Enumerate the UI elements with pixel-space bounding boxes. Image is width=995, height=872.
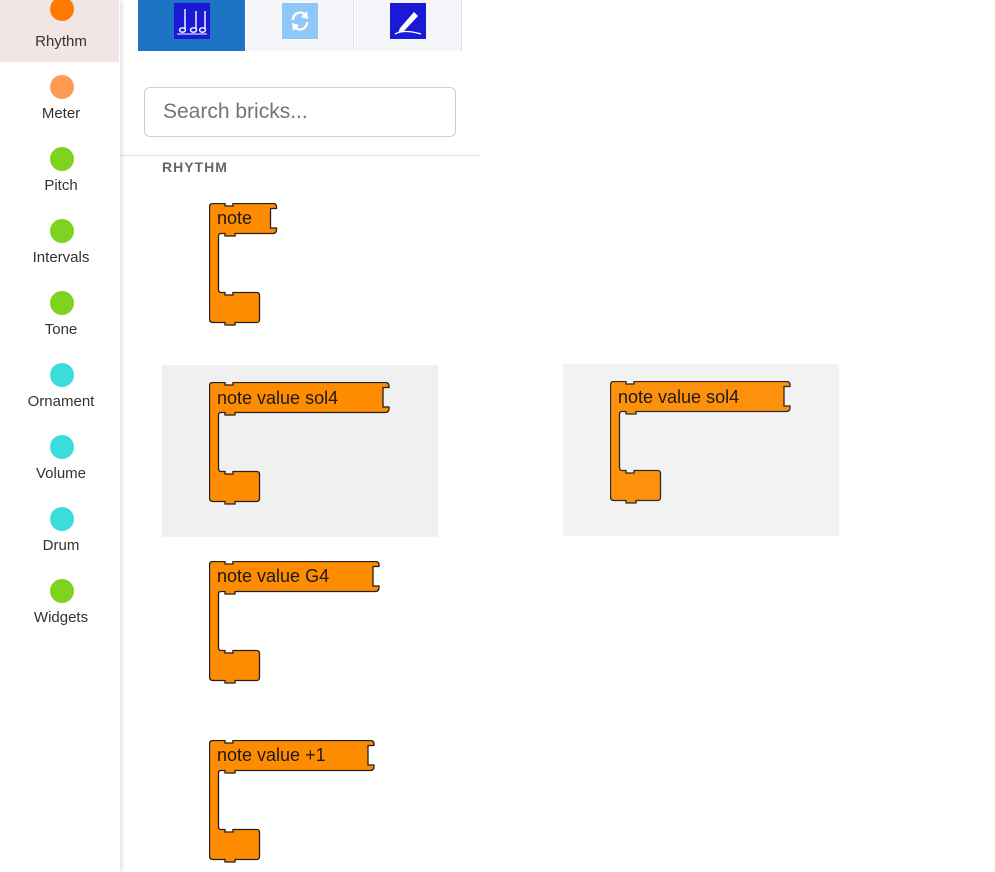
- widgets-dot-icon: [50, 579, 74, 603]
- brick-label: note value G4: [217, 566, 330, 586]
- category-volume[interactable]: Volume: [0, 422, 119, 494]
- category-drum[interactable]: Drum: [0, 494, 119, 566]
- brick-label: note value sol4: [217, 388, 339, 408]
- brick-label: note value sol4: [618, 387, 740, 407]
- volume-dot-icon: [50, 435, 74, 459]
- category-pitch[interactable]: Pitch: [0, 134, 119, 206]
- category-label: Rhythm: [35, 33, 87, 50]
- category-label: Ornament: [27, 393, 95, 410]
- category-ornament[interactable]: Ornament: [0, 350, 119, 422]
- category-label: Meter: [41, 105, 81, 122]
- category-sidebar: Rhythm Meter Pitch Intervals Tone Orname…: [0, 0, 120, 872]
- category-meter[interactable]: Meter: [0, 62, 119, 134]
- brick-note-value-sol4[interactable]: note value sol4: [209, 382, 393, 508]
- category-label: Widgets: [33, 609, 89, 626]
- ornament-dot-icon: [50, 363, 74, 387]
- panel-divider: [120, 155, 480, 156]
- music-notes-icon: [174, 3, 210, 39]
- brick-label: note: [217, 208, 253, 228]
- search-input[interactable]: [144, 87, 456, 137]
- brick-note[interactable]: note: [209, 203, 281, 329]
- tab-blocks[interactable]: [138, 0, 245, 51]
- tab-refresh[interactable]: [246, 0, 354, 51]
- section-title-rhythm: RHYTHM: [162, 159, 228, 175]
- category-rhythm[interactable]: Rhythm: [0, 0, 119, 62]
- refresh-icon: [282, 3, 318, 39]
- category-tone[interactable]: Tone: [0, 278, 119, 350]
- category-label: Drum: [42, 537, 80, 554]
- category-label: Tone: [44, 321, 78, 338]
- meter-dot-icon: [50, 75, 74, 99]
- brick-note-value-g4[interactable]: note value G4: [209, 561, 383, 687]
- music-blocks-palette: Rhythm Meter Pitch Intervals Tone Orname…: [0, 0, 995, 872]
- brick-label: note value +1: [217, 745, 326, 765]
- intervals-dot-icon: [50, 219, 74, 243]
- category-label: Pitch: [44, 177, 78, 194]
- category-label: Volume: [35, 465, 87, 482]
- tab-pen[interactable]: [355, 0, 462, 51]
- category-intervals[interactable]: Intervals: [0, 206, 119, 278]
- category-widgets[interactable]: Widgets: [0, 566, 119, 638]
- rhythm-dot-icon: [50, 0, 74, 21]
- pen-icon: [390, 3, 426, 39]
- drum-dot-icon: [50, 507, 74, 531]
- pitch-dot-icon: [50, 147, 74, 171]
- brick-note-value-plus-1[interactable]: note value +1: [209, 740, 379, 866]
- tone-dot-icon: [50, 291, 74, 315]
- drag-preview-brick[interactable]: note value sol4: [610, 381, 794, 507]
- category-label: Intervals: [32, 249, 90, 266]
